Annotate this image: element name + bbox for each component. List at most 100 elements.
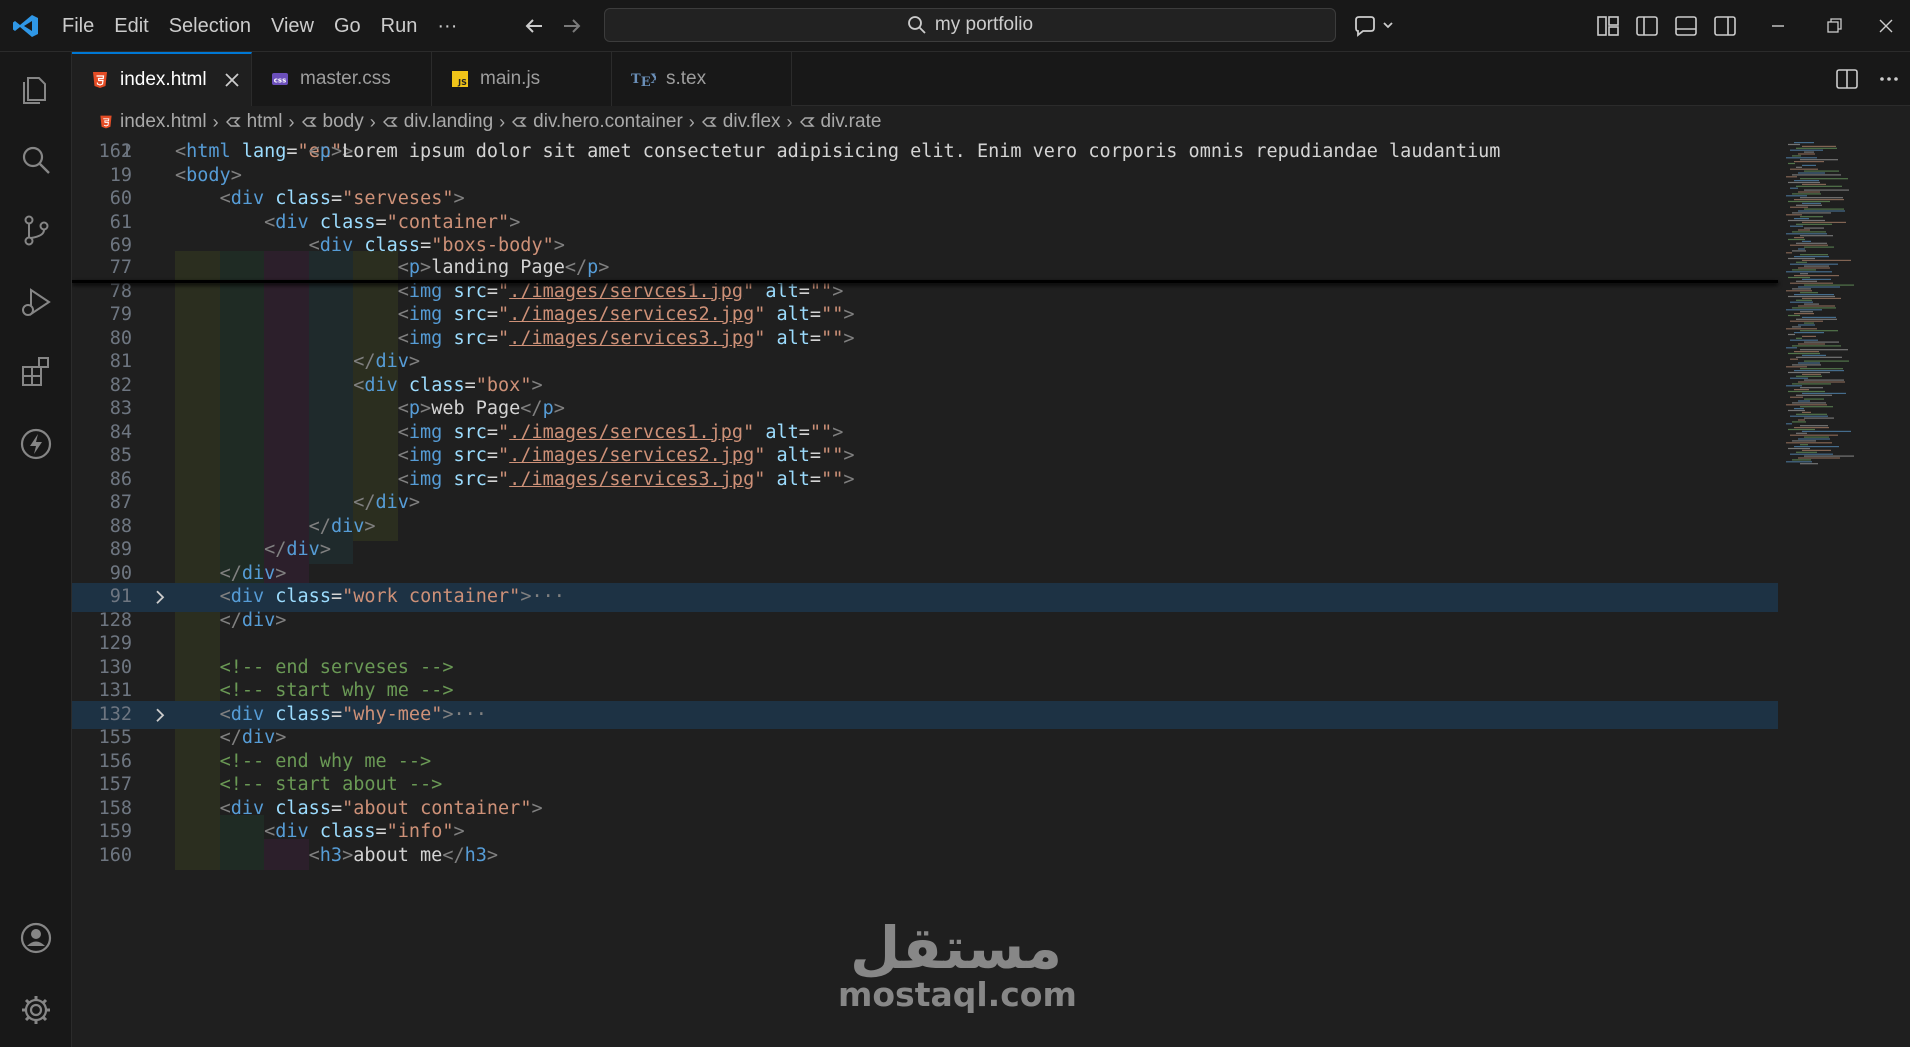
minimap-line [1804,303,1819,305]
minimap-line [1794,408,1804,410]
code-token: </ [353,492,376,513]
minimap-line [1786,461,1812,463]
menu-view[interactable]: View [261,15,324,38]
breadcrumb-html[interactable]: › html [207,111,283,133]
restore-icon[interactable] [1820,12,1848,40]
minimap[interactable] [1778,138,1910,1047]
command-center-search[interactable]: my portfolio [604,8,1336,42]
breadcrumb-div-rate[interactable]: › div.rate [781,111,882,133]
code-token: < [397,304,409,325]
minimap-line [1790,244,1828,246]
minimap-line [1788,314,1800,317]
code-token: body [186,164,231,186]
extensions-icon[interactable] [18,354,54,390]
code-token: Lorem ipsum dolor sit amet consectetur a… [342,141,1501,162]
minimap-line [1790,396,1803,398]
code-token: "why-mee" [342,703,443,725]
breadcrumb-div-hero[interactable]: › div.hero.container [493,111,683,133]
code-token: " [498,304,510,325]
menu-more[interactable]: ··· [427,15,467,38]
code-token: </ [264,539,287,560]
tab-master-css[interactable]: css master.css [252,52,432,106]
minimize-icon[interactable] [1764,12,1792,40]
minimap-line [1792,459,1811,461]
code-token: p [542,398,554,419]
toggle-secondary-sidebar-icon[interactable] [1711,12,1739,40]
code-token: about me [353,844,443,866]
minimap-line [1804,189,1849,191]
close-tab-icon[interactable] [223,71,241,89]
tab-label: s.tex [666,68,707,89]
breadcrumb-file[interactable]: index.html [98,111,207,133]
code-token: class [275,188,331,209]
more-actions-icon[interactable] [1876,66,1902,92]
menu-go[interactable]: Go [324,15,371,38]
minimap-line [1798,191,1820,193]
code-line[interactable]: 161 <p>Lorem ipsum dolor sit amet consec… [72,138,1778,167]
close-window-icon[interactable] [1872,12,1900,40]
minimap-line [1790,453,1833,455]
minimap-line [1804,151,1814,153]
breadcrumb-div-landing[interactable]: › div.landing [364,111,493,133]
explorer-icon[interactable] [18,70,54,106]
customize-layout-icon[interactable] [1594,12,1622,40]
copilot-chat-icon[interactable] [1352,12,1398,40]
code-token: = [330,703,343,725]
html5-icon [93,72,107,88]
toggle-panel-icon[interactable] [1672,12,1700,40]
settings-gear-icon[interactable] [18,992,54,1028]
code-token: < [264,211,276,233]
menu-run[interactable]: Run [371,15,428,38]
minimap-line [1790,320,1823,322]
minimap-line [1796,356,1842,358]
minimap-line [1802,221,1846,223]
minimap-line [1796,185,1842,187]
tab-main-js[interactable]: JS main.js [432,52,612,106]
sticky-scroll-separator [72,280,1778,283]
code-token: > [442,703,454,725]
back-arrow-icon[interactable] [520,12,548,40]
code-token: "work container" [342,586,521,607]
code-token: p [319,141,331,162]
minimap-line [1800,444,1808,446]
run-and-debug-icon[interactable] [18,284,54,320]
tab-s-tex[interactable]: TEX s.tex [612,52,792,106]
code-token: ./images/servces1.jpg [509,421,744,443]
breadcrumb-label: body [322,111,364,132]
code-token: < [175,164,187,186]
accounts-icon[interactable] [18,920,54,956]
code-token: class [319,211,376,233]
code-token: "" [809,280,833,302]
minimap-line [1800,463,1818,465]
menu-file[interactable]: File [52,15,104,38]
code-editor[interactable]: 2 <html lang="en"> 19 <body> 60 <div class="… [72,138,1910,1047]
minimap-line [1798,400,1810,402]
code-token: < [397,445,409,466]
minimap-line [1786,271,1832,273]
search-view-icon[interactable] [18,142,54,178]
code-token: alt [776,304,810,325]
menu-edit[interactable]: Edit [104,15,158,38]
breadcrumb-div-flex[interactable]: › div.flex [683,111,781,133]
menu-selection[interactable]: Selection [159,15,261,38]
toggle-primary-sidebar-icon[interactable] [1633,12,1661,40]
forward-arrow-icon[interactable] [558,12,586,40]
code-token: div [241,609,276,631]
thunder-client-icon[interactable] [18,426,54,462]
code-text: <p>Lorem ipsum dolor sit amet consectetu… [175,138,1501,167]
code-line[interactable]: 160 <h3>about me</h3> [72,842,1778,871]
breadcrumb-body[interactable]: › body [283,111,364,133]
source-control-icon[interactable] [18,212,54,248]
split-editor-icon[interactable] [1834,66,1860,92]
minimap-line [1802,392,1846,394]
tab-index-html[interactable]: index.html [72,52,252,106]
code-token: > [531,374,543,396]
code-token: "info" [386,821,454,842]
minimap-line [1790,434,1838,436]
